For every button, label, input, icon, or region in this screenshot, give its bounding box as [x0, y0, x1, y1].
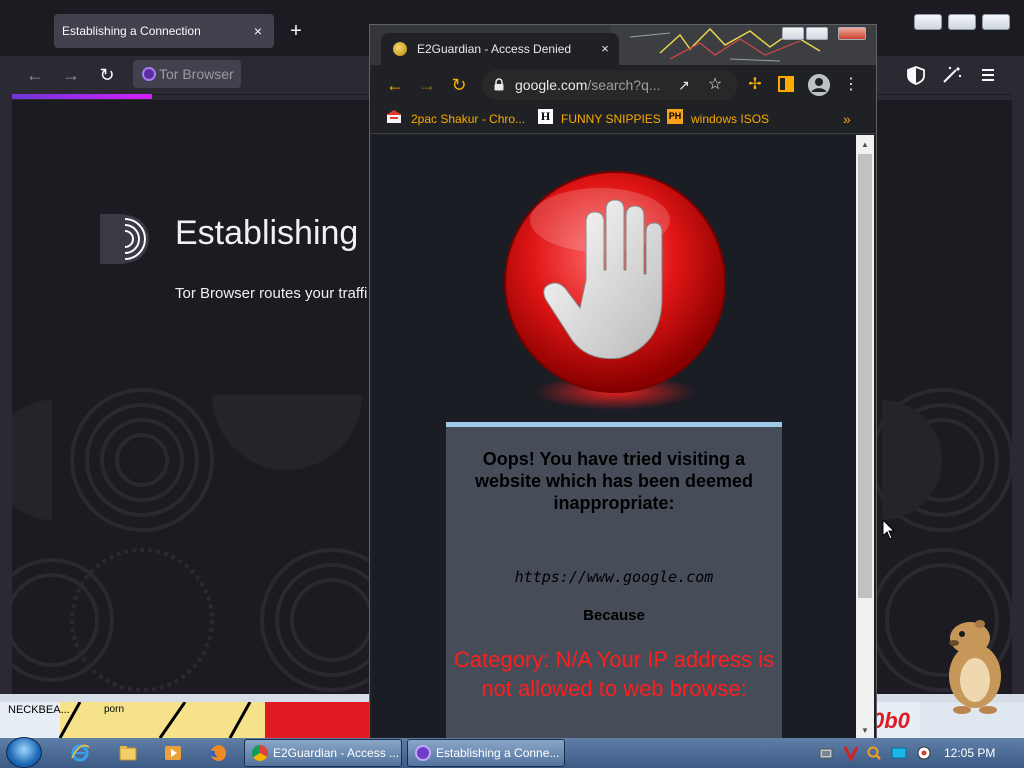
tray-search-icon[interactable] [866, 745, 882, 761]
bookmark-item[interactable]: windows ISOS [691, 110, 769, 128]
blocked-url: https://www.google.com [514, 568, 714, 586]
tor-toolbar-icons [870, 64, 1010, 86]
firefox-icon[interactable] [208, 743, 228, 763]
chrome-close-button[interactable] [838, 27, 866, 40]
profile-avatar-icon[interactable] [808, 74, 830, 96]
start-button-icon[interactable] [6, 737, 42, 768]
bookmark-item[interactable]: FUNNY SNIPPIES [561, 110, 661, 128]
tor-progress-bar [12, 94, 152, 99]
chrome-menu-icon[interactable]: ⋮ [843, 76, 859, 94]
stop-hand-icon [504, 171, 726, 410]
shield-icon[interactable] [907, 66, 925, 85]
taskbar-button-label: Establishing a Conne... [436, 746, 560, 760]
tor-connection-heading: Establishing a [175, 214, 387, 252]
scroll-thumb[interactable] [858, 154, 872, 598]
tray-volume-icon[interactable] [916, 745, 932, 761]
extensions-puzzle-icon[interactable]: ✢ [746, 76, 764, 94]
tor-onion-icon [142, 67, 156, 81]
chrome-address-bar[interactable]: google.com/search?q... [482, 70, 738, 100]
chrome-tab[interactable]: E2Guardian - Access Denied [381, 33, 619, 65]
scroll-down-arrow[interactable]: ▼ [860, 726, 870, 736]
side-panel-icon-fill [785, 78, 792, 90]
tor-icon [415, 745, 431, 761]
tor-url-text: Tor Browser [159, 66, 234, 82]
tor-logo-icon [100, 214, 149, 264]
chrome-minimize-button[interactable] [782, 27, 804, 40]
media-player-icon[interactable] [163, 743, 183, 763]
file-explorer-icon[interactable] [118, 743, 138, 763]
tor-back-icon[interactable]: ← [24, 64, 46, 86]
tor-tab-title: Establishing a Connection [62, 24, 201, 38]
tor-minimize-button[interactable] [914, 14, 942, 30]
chrome-tab-title: E2Guardian - Access Denied [417, 42, 572, 56]
block-reason: Category: N/A Your IP address is not all… [454, 647, 774, 701]
tor-connection-description: Tor Browser routes your traffi [175, 285, 368, 302]
tor-forward-icon[interactable]: → [60, 64, 82, 86]
tor-reload-icon[interactable]: ↻ [96, 64, 118, 86]
chrome-maximize-button[interactable] [806, 27, 828, 40]
chrome-reload-icon[interactable]: ↻ [448, 74, 470, 96]
tray-display-icon[interactable] [891, 745, 907, 761]
bookmark-1-favicon [386, 110, 402, 123]
internet-explorer-icon[interactable] [70, 743, 90, 763]
address-path: /search?q... [587, 77, 661, 93]
scroll-up-arrow[interactable]: ▲ [860, 140, 870, 150]
because-label: Because [583, 607, 645, 624]
bookmark-2-favicon: H [538, 109, 553, 124]
tor-maximize-button[interactable] [948, 14, 976, 30]
block-headline: Oops! You have tried visiting a website … [474, 449, 754, 513]
bookmark-3-favicon: PH [667, 109, 683, 124]
bookmark-item[interactable]: 2pac Shakur - Chro... [411, 110, 525, 128]
tor-close-button[interactable] [982, 14, 1010, 30]
desktop-icon-label[interactable]: NECKBEA... [8, 704, 70, 716]
bookmarks-overflow-button[interactable]: » [843, 110, 851, 128]
lock-icon[interactable] [494, 78, 504, 91]
share-icon[interactable]: ↗ [675, 76, 693, 94]
tor-tab[interactable]: Establishing a Connection [54, 14, 274, 48]
hamster-gadget-icon[interactable] [940, 616, 1010, 716]
address-host: google.com [515, 77, 588, 93]
tray-network-icon[interactable] [818, 745, 834, 761]
taskbar-button-label: E2Guardian - Access ... [273, 746, 400, 760]
bookmark-star-icon[interactable]: ☆ [706, 76, 724, 94]
chrome-back-icon[interactable]: ← [384, 74, 406, 96]
e2guardian-favicon [393, 42, 407, 56]
tor-tab-close-icon[interactable]: × [250, 23, 266, 39]
taskbar-clock[interactable]: 12:05 PM [944, 746, 995, 760]
tor-new-tab-button[interactable]: + [286, 20, 306, 42]
new-identity-icon[interactable] [943, 66, 962, 83]
desktop-art-label: porn [104, 704, 125, 715]
desktop-art-text: 0b0 [872, 708, 910, 733]
chrome-forward-icon[interactable]: → [416, 74, 438, 96]
tray-v-icon[interactable] [843, 745, 859, 761]
hamburger-menu-icon[interactable] [982, 69, 994, 81]
chrome-tab-close-icon[interactable]: × [598, 41, 612, 57]
mouse-cursor-icon [882, 519, 896, 540]
chrome-icon [252, 745, 268, 761]
